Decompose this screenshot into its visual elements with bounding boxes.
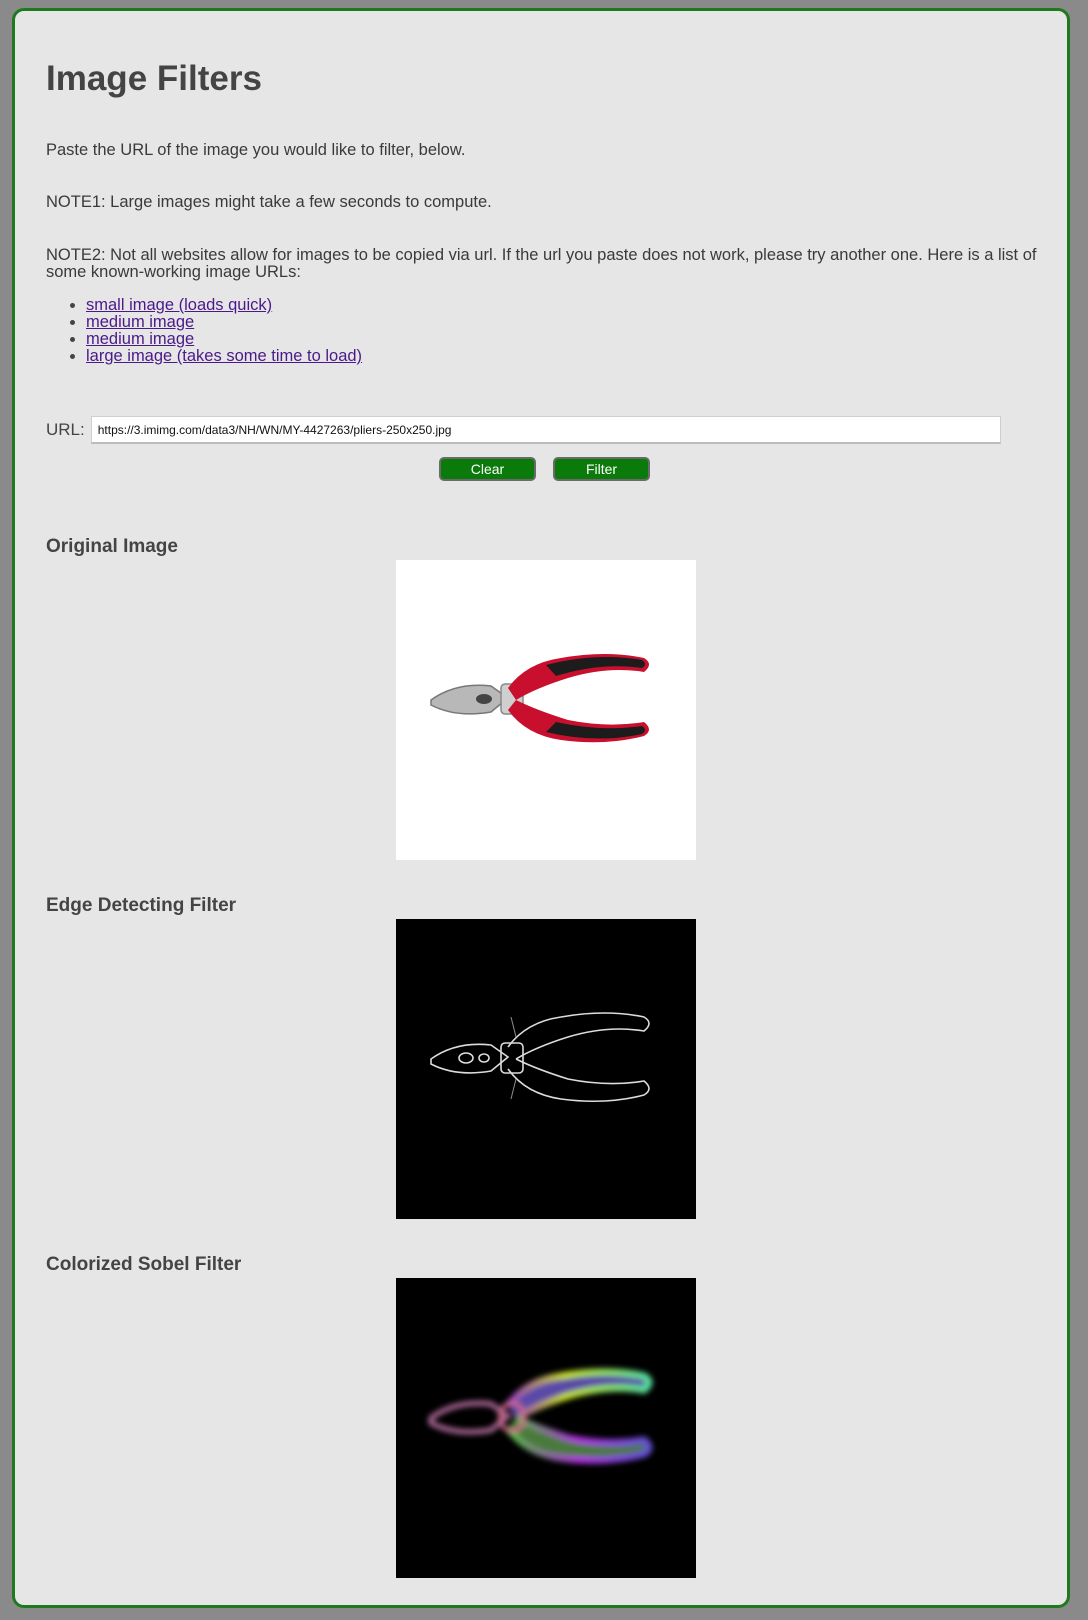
pliers-original-image — [396, 560, 696, 860]
link-large-image[interactable]: large image (takes some time to load) — [86, 347, 362, 365]
filter-button[interactable]: Filter — [553, 457, 650, 481]
pliers-sobel-image — [396, 1278, 696, 1578]
list-item: small image (loads quick) — [86, 297, 362, 314]
url-row: URL: — [46, 416, 1001, 444]
link-medium-image-2[interactable]: medium image — [86, 330, 194, 348]
edge-filter-image — [396, 919, 696, 1219]
note1-text: NOTE1: Large images might take a few sec… — [46, 193, 492, 211]
list-item: medium image — [86, 314, 362, 331]
link-small-image[interactable]: small image (loads quick) — [86, 296, 272, 314]
url-input[interactable] — [90, 416, 1001, 444]
intro-text: Paste the URL of the image you would lik… — [46, 141, 466, 159]
original-image-heading: Original Image — [46, 536, 178, 557]
sobel-filter-heading: Colorized Sobel Filter — [46, 1254, 242, 1275]
edge-filter-heading: Edge Detecting Filter — [46, 895, 237, 916]
sobel-filter-image — [396, 1278, 696, 1578]
original-image — [396, 560, 696, 860]
image-url-list: small image (loads quick) medium image m… — [46, 297, 362, 365]
main-panel: Image Filters Paste the URL of the image… — [12, 8, 1070, 1608]
link-medium-image-1[interactable]: medium image — [86, 313, 194, 331]
clear-button[interactable]: Clear — [439, 457, 536, 481]
list-item: medium image — [86, 331, 362, 348]
list-item: large image (takes some time to load) — [86, 348, 362, 365]
url-label: URL: — [46, 420, 85, 439]
note2-text: NOTE2: Not all websites allow for images… — [46, 246, 1037, 281]
page-title: Image Filters — [46, 59, 262, 98]
pliers-edge-image — [396, 919, 696, 1219]
